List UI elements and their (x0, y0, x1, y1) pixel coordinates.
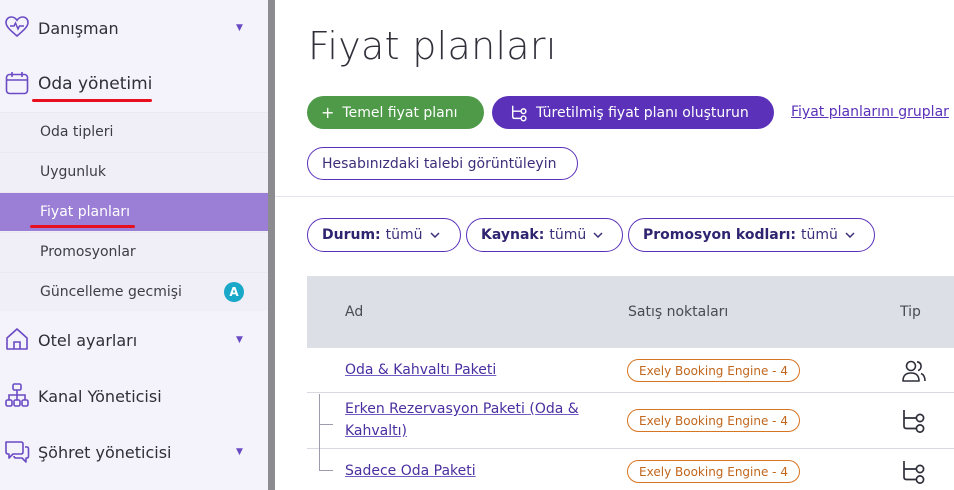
button-label: Temel fiyat planı (342, 104, 458, 121)
sidebar-subitem-promotions[interactable]: Promosyonlar (0, 232, 268, 271)
users-icon (902, 360, 926, 382)
table-row[interactable]: Erken Rezervasyon Paketi (Oda & Kahvaltı… (307, 393, 954, 449)
sidebar-subitem-room-types[interactable]: Oda tipleri (0, 112, 268, 151)
chat-bubbles-icon (5, 441, 30, 463)
source-filter[interactable]: Kaynak: tümü (466, 218, 623, 252)
status-filter[interactable]: Durum: tümü (307, 218, 461, 252)
chevron-down-icon (593, 230, 603, 241)
button-label: Türetilmiş fiyat planı oluşturun (536, 104, 749, 121)
column-header-sales-channels[interactable]: Satış noktaları (628, 304, 728, 320)
sales-channel-badge: Exely Booking Engine - 4 (627, 460, 800, 483)
chevron-down-icon: ▼ (236, 335, 243, 345)
sidebar-item-label: Şöhret yöneticisi (38, 442, 172, 462)
sidebar-item-room-management[interactable]: Oda yönetimi (0, 56, 268, 112)
sidebar: Danışman ▼ Oda yönetimi Oda tipleri Uygu… (0, 0, 268, 490)
house-icon (6, 328, 28, 350)
update-badge: A (224, 282, 244, 302)
calendar-icon (5, 72, 29, 95)
chevron-down-icon: ▼ (236, 23, 243, 33)
sidebar-subitem-label: Fiyat planları (40, 204, 131, 220)
chevron-down-icon (430, 230, 440, 241)
rate-plan-link[interactable]: Sadece Oda Paketi (345, 460, 476, 482)
filter-label: Durum: (322, 227, 381, 243)
sidebar-item-label: Kanal Yöneticisi (38, 386, 162, 406)
filter-value: tümü (801, 227, 838, 243)
sidebar-divider[interactable] (268, 0, 275, 490)
column-header-type[interactable]: Tip (900, 304, 921, 320)
create-derived-rate-plan-button[interactable]: Türetilmiş fiyat planı oluşturun (492, 96, 774, 129)
sidebar-subitem-label: Uygunluk (40, 164, 107, 180)
heart-pulse-icon (5, 16, 29, 38)
sidebar-subitem-update-history[interactable]: Güncelleme gecmişi A (0, 272, 268, 311)
sidebar-item-label: Oda yönetimi (38, 74, 153, 94)
add-basic-rate-plan-button[interactable]: + Temel fiyat planı (307, 96, 484, 129)
table-header: Ad Satış noktaları Tip (307, 276, 954, 348)
filter-label: Kaynak: (481, 227, 545, 243)
chevron-down-icon: ▼ (236, 447, 243, 457)
room-management-submenu: Oda tipleri Uygunluk Fiyat planları Prom… (0, 112, 268, 311)
rate-plan-link[interactable]: Oda & Kahvaltı Paketi (345, 359, 496, 381)
filter-value: tümü (549, 227, 587, 243)
derived-plan-icon (903, 461, 925, 484)
rate-plan-name-line: Kahvaltı) (345, 423, 407, 439)
plus-icon: + (321, 103, 335, 122)
group-rate-plans-link[interactable]: Fiyat planlarını gruplar (791, 104, 949, 120)
promo-codes-filter[interactable]: Promosyon kodları: tümü (628, 218, 875, 252)
rate-plan-link[interactable]: Erken Rezervasyon Paketi (Oda & Kahvaltı… (345, 398, 579, 442)
annotation-underline (30, 225, 135, 228)
derived-plan-icon (903, 410, 925, 433)
derived-plan-icon (511, 105, 527, 121)
table-row[interactable]: Sadece Oda Paketi Exely Booking Engine -… (307, 449, 954, 490)
sales-channel-badge: Exely Booking Engine - 4 (627, 409, 800, 432)
button-label: Hesabınızdaki talebi görüntüleyin (322, 155, 557, 172)
rate-plan-name-line: Erken Rezervasyon Paketi (Oda & (345, 401, 579, 417)
page-title: Fiyat planları (308, 24, 557, 68)
sidebar-item-reputation-manager[interactable]: Şöhret yöneticisi ▼ (0, 424, 268, 480)
view-request-button[interactable]: Hesabınızdaki talebi görüntüleyin (307, 147, 578, 180)
sidebar-item-hotel-settings[interactable]: Otel ayarları ▼ (0, 312, 268, 368)
sidebar-item-channel-manager[interactable]: Kanal Yöneticisi (0, 368, 268, 424)
sidebar-item-advisor[interactable]: Danışman ▼ (0, 0, 268, 56)
sales-channel-badge: Exely Booking Engine - 4 (627, 359, 800, 382)
section-divider (275, 196, 954, 197)
sidebar-subitem-label: Güncelleme gecmişi (40, 284, 182, 300)
filter-label: Promosyon kodları: (643, 227, 797, 243)
tree-connector (319, 394, 320, 470)
table-row[interactable]: Oda & Kahvaltı Paketi Exely Booking Engi… (307, 348, 954, 393)
filter-value: tümü (385, 227, 423, 243)
tree-connector (319, 424, 333, 425)
sidebar-subitem-label: Promosyonlar (40, 244, 136, 260)
sidebar-item-label: Otel ayarları (38, 330, 138, 350)
column-header-name[interactable]: Ad (345, 304, 363, 320)
sidebar-subitem-availability[interactable]: Uygunluk (0, 152, 268, 191)
sidebar-item-label: Danışman (38, 18, 119, 38)
main-content: Fiyat planları + Temel fiyat planı Türet… (275, 0, 954, 490)
sidebar-subitem-label: Oda tipleri (40, 124, 114, 140)
sitemap-icon (5, 383, 29, 407)
annotation-underline (32, 99, 152, 102)
tree-connector (319, 470, 333, 471)
chevron-down-icon (845, 230, 855, 241)
